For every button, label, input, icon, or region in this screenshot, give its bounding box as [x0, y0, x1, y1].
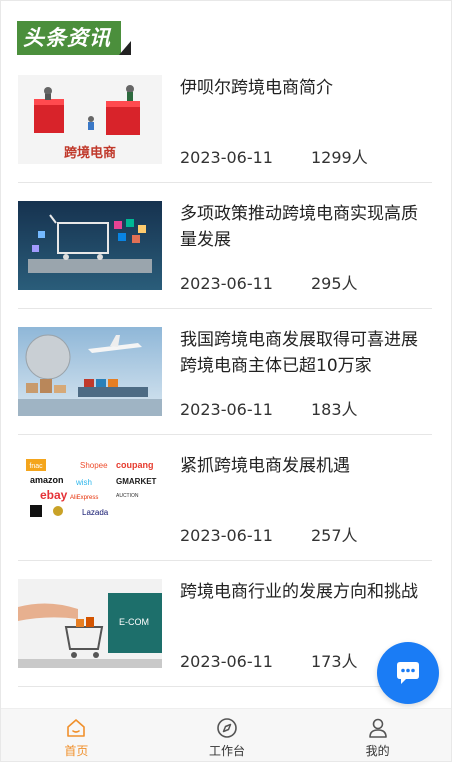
logo-text: amazon: [30, 475, 64, 485]
news-meta: 2023-06-11 257人: [180, 522, 358, 546]
logo-text: AliExpress: [70, 495, 98, 501]
news-list: 跨境电商 伊呗尔跨境电商简介 2023-06-11 1299人 多项政策推动跨境…: [18, 57, 432, 687]
user-icon: [368, 718, 387, 738]
compass-icon: [217, 718, 237, 738]
thumbnail-image: E-COM: [18, 579, 162, 668]
news-meta: 2023-06-11 173人: [180, 648, 358, 672]
news-views: 295人: [310, 274, 358, 293]
news-meta: 2023-06-11 1299人: [180, 144, 368, 168]
section-title-decoration: [119, 27, 131, 55]
news-views: 173人: [310, 652, 358, 671]
news-item[interactable]: E-COM 跨境电商行业的发展方向和挑战 2023-06-11 173人: [18, 561, 432, 687]
news-item[interactable]: 多项政策推动跨境电商实现高质量发展 2023-06-11 295人: [18, 183, 432, 309]
logo-text: Shopee: [80, 461, 108, 470]
news-date: 2023-06-11: [180, 526, 273, 545]
thumbnail-image: fnac amazon Shopee coupang wish GMARKET …: [18, 453, 162, 542]
thumbnail-text: E-COM: [119, 617, 149, 627]
news-title[interactable]: 紧抓跨境电商发展机遇: [180, 453, 434, 479]
news-thumbnail[interactable]: E-COM: [18, 579, 162, 668]
tab-label: 工作台: [209, 744, 246, 758]
logo-text: ebay: [40, 488, 68, 502]
news-views: 1299人: [310, 148, 368, 167]
news-thumbnail[interactable]: 跨境电商: [18, 75, 162, 164]
section-header: 头条资讯: [17, 21, 131, 57]
chat-button[interactable]: [377, 642, 439, 704]
tab-mine[interactable]: 我的: [302, 709, 451, 761]
thumbnail-text: 跨境电商: [64, 145, 116, 161]
news-item[interactable]: fnac amazon Shopee coupang wish GMARKET …: [18, 435, 432, 561]
news-title[interactable]: 跨境电商行业的发展方向和挑战: [180, 579, 434, 605]
tab-label: 我的: [365, 744, 390, 758]
news-views: 183人: [310, 400, 358, 419]
logo-text: coupang: [116, 460, 154, 470]
news-views: 257人: [310, 526, 358, 545]
tab-home[interactable]: 首页: [1, 709, 152, 761]
thumbnail-image: 跨境电商: [18, 75, 162, 164]
thumbnail-image: [18, 327, 162, 416]
news-title[interactable]: 我国跨境电商发展取得可喜进展 跨境电商主体已超10万家: [180, 327, 434, 379]
home-icon: [67, 719, 86, 737]
news-item[interactable]: 跨境电商 伊呗尔跨境电商简介 2023-06-11 1299人: [18, 57, 432, 183]
news-thumbnail[interactable]: [18, 327, 162, 416]
logo-text: fnac: [29, 463, 43, 470]
section-title: 头条资讯: [17, 21, 121, 55]
news-title[interactable]: 多项政策推动跨境电商实现高质量发展: [180, 201, 434, 253]
news-thumbnail[interactable]: fnac amazon Shopee coupang wish GMARKET …: [18, 453, 162, 542]
page: 头条资讯 跨境电商 伊呗尔跨境电商简介 2023-06-11 1299人 多项政…: [0, 0, 452, 762]
news-thumbnail[interactable]: [18, 201, 162, 290]
news-meta: 2023-06-11 183人: [180, 396, 358, 420]
tab-workbench[interactable]: 工作台: [152, 709, 303, 761]
news-meta: 2023-06-11 295人: [180, 270, 358, 294]
logo-text: Lazada: [82, 508, 109, 517]
news-date: 2023-06-11: [180, 148, 273, 167]
news-date: 2023-06-11: [180, 274, 273, 293]
news-date: 2023-06-11: [180, 400, 273, 419]
bottom-tabbar: 首页 工作台 我的: [1, 708, 451, 761]
news-title[interactable]: 伊呗尔跨境电商简介: [180, 75, 434, 101]
logo-text: GMARKET: [116, 477, 157, 486]
thumbnail-image: [18, 201, 162, 290]
news-item[interactable]: 我国跨境电商发展取得可喜进展 跨境电商主体已超10万家 2023-06-11 18…: [18, 309, 432, 435]
logo-text: AUCTION: [116, 493, 139, 499]
news-date: 2023-06-11: [180, 652, 273, 671]
chat-bubble-icon: [397, 662, 419, 684]
logo-text: wish: [75, 478, 92, 487]
tab-label: 首页: [64, 744, 89, 758]
